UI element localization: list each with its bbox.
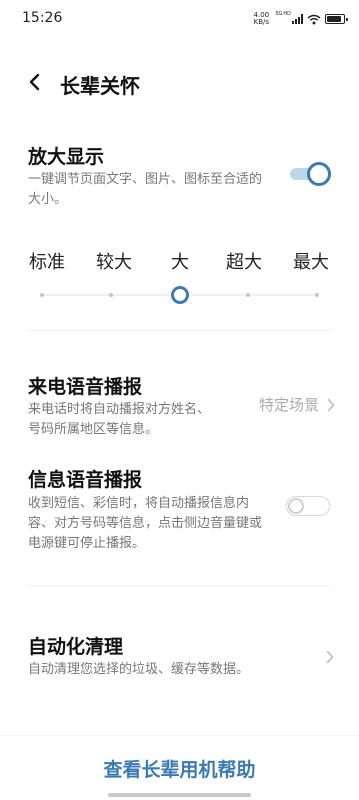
wifi-icon — [307, 14, 321, 24]
slider-step-dot[interactable] — [315, 293, 319, 297]
battery-icon — [325, 14, 348, 24]
slider-step-dot[interactable] — [108, 293, 113, 297]
scale-option-larger[interactable]: 较大 — [96, 248, 132, 274]
display-zoom-toggle[interactable] — [288, 162, 332, 186]
message-voice-title: 信息语音播报 — [28, 469, 143, 491]
scale-option-standard[interactable]: 标准 — [29, 248, 65, 274]
home-indicator[interactable] — [108, 793, 251, 797]
network-speed: 4.00 KB/s — [251, 12, 271, 26]
chevron-right-icon — [326, 650, 334, 664]
scale-option-largest[interactable]: 最大 — [293, 248, 329, 274]
bottom-divider — [0, 735, 359, 736]
divider — [28, 330, 331, 331]
signal-labels: 5G HD — [275, 11, 291, 17]
slider-step-dot[interactable] — [246, 293, 251, 297]
display-zoom-description: 一键调节页面文字、图片、图标至合适的大小。 — [28, 172, 263, 207]
incoming-call-voice-value: 特定场景 — [258, 396, 319, 414]
display-zoom-title: 放大显示 — [28, 146, 105, 168]
scale-option-large[interactable]: 大 — [171, 248, 189, 274]
status-icons: 4.00 KB/s 5G HD — [251, 11, 348, 27]
chevron-right-icon — [327, 398, 335, 411]
auto-clean-description: 自动清理您选择的垃圾、缓存等数据。 — [28, 662, 250, 677]
status-bar: 15:26 4.00 KB/s 5G HD — [0, 0, 359, 38]
incoming-call-voice-title: 来电语音播报 — [28, 376, 143, 398]
chevron-left-icon — [29, 73, 40, 91]
font-scale-slider[interactable] — [40, 283, 319, 307]
status-time: 15:26 — [22, 10, 63, 26]
slider-knob[interactable] — [170, 286, 189, 304]
slider-step-dot[interactable] — [40, 293, 44, 297]
incoming-call-voice-description: 来电话时将自动播报对方姓名、号码所属地区等信息。 — [28, 402, 211, 437]
message-voice-toggle[interactable] — [286, 494, 330, 518]
auto-clean-row[interactable]: 自动化清理 自动清理您选择的垃圾、缓存等数据。 — [0, 620, 359, 692]
message-voice-description: 收到短信、彩信时，将自动播报信息内容、对方号码等信息，点击侧边音量键或电源键可停… — [28, 496, 263, 551]
divider — [28, 585, 331, 586]
incoming-call-voice-setting[interactable]: 特定场景 — [259, 394, 335, 415]
signal-label-5g: 5G — [275, 11, 283, 17]
header: 长辈关怀 — [0, 62, 359, 102]
cell-signal-icon — [292, 14, 303, 24]
auto-clean-title: 自动化清理 — [28, 636, 124, 658]
elder-help-link[interactable]: 查看长辈用机帮助 — [0, 755, 359, 782]
network-speed-unit: KB/s — [253, 18, 270, 26]
elder-care-settings-page: 15:26 4.00 KB/s 5G HD 长辈关怀 放大显示 一键调节页面文字… — [0, 0, 359, 800]
scale-option-extra-large[interactable]: 超大 — [226, 248, 262, 274]
page-title: 长辈关怀 — [60, 74, 140, 98]
font-scale-labels: 标准 较大 大 超大 最大 — [0, 248, 359, 274]
back-button[interactable] — [20, 68, 48, 96]
signal-label-hd: HD — [283, 11, 291, 17]
